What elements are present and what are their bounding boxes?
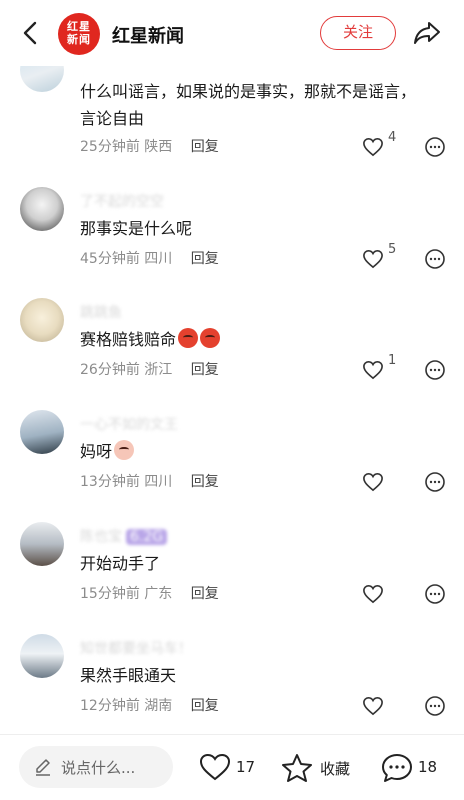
heart-icon [199,753,231,781]
peach-emoji-icon [114,440,135,460]
comment-time: 15分钟前 [80,586,140,602]
more-options-icon[interactable] [424,583,446,605]
comment-item: 跳跳鱼 赛格赔钱赔命 26分钟前 浙江 回复 1 [0,298,464,408]
heart-icon [363,249,383,268]
comment-location: 浙江 [144,362,173,378]
heart-icon [363,696,383,715]
brand-logo[interactable]: 红星 新闻 [58,13,100,55]
comment-item: 知世都要坐马车！ 果然手眼通天 12分钟前 湖南 回复 [0,634,464,744]
comment-time: 26分钟前 [80,362,140,378]
collect-button[interactable]: 收藏 [280,752,360,784]
comment-nickname[interactable]: 陈也宝 6.2G [80,526,168,546]
reply-button[interactable]: 回复 [191,251,219,267]
like-button[interactable]: 5 [362,242,396,270]
avatar[interactable] [20,298,64,342]
comment-text: 果然手眼通天 [80,666,177,685]
comment-item: 陈也宝 6.2G 开始动手了 15分钟前 广东 回复 [0,522,464,632]
more-options-icon[interactable] [424,248,446,270]
top-bar: 红星 新闻 红星新闻 关注 [0,0,464,66]
avatar[interactable] [20,634,64,678]
angry-emoji-icon [178,328,199,348]
comment-item: 一心不如的文王 妈呀 13分钟前 四川 回复 [0,410,464,520]
like-count: 17 [236,758,256,776]
avatar[interactable] [20,410,64,454]
comment-time: 45分钟前 [80,251,140,267]
comment-item: 了不起的空空 那事实是什么呢 45分钟前 四川 回复 5 [0,187,464,297]
comment-meta: 12分钟前 湖南 回复 [80,695,219,715]
avatar[interactable] [20,522,64,566]
comment-count: 18 [418,758,438,776]
like-count: 4 [388,130,397,145]
like-button[interactable] [362,471,384,493]
comment-nickname-text: 陈也宝 [80,529,122,545]
comment-nickname[interactable]: 跳跳鱼 [80,302,122,322]
heart-icon [363,360,383,379]
like-button[interactable]: 4 [362,130,396,158]
comment-nickname[interactable]: 一心不如的文王 [80,414,178,434]
back-arrow-icon[interactable] [18,20,42,46]
share-icon[interactable] [412,19,442,47]
comment-text: 什么叫谣言，如果说的是事实，那就不是谣言，言论自由 [80,82,417,128]
comment-text-content: 妈呀 [80,442,113,461]
comment-text: 开始动手了 [80,554,161,573]
avatar[interactable] [20,187,64,231]
level-badge: 6.2G [126,529,168,545]
comment-meta: 45分钟前 四川 回复 [80,248,219,268]
brand-name[interactable]: 红星新闻 [112,22,184,48]
comment-time: 12分钟前 [80,698,140,714]
more-options-icon[interactable] [424,359,446,381]
comment-meta: 13分钟前 四川 回复 [80,471,219,491]
follow-button[interactable]: 关注 [320,16,396,50]
comment-meta: 15分钟前 广东 回复 [80,583,219,603]
comment-location: 湖南 [144,698,173,714]
comment-location: 四川 [144,251,173,267]
comment-text-content: 赛格赔钱赔命 [80,330,177,349]
star-icon [282,754,312,782]
heart-icon [363,137,383,156]
comment-nickname[interactable]: 了不起的空空 [80,191,164,211]
comment-button[interactable]: 18 [380,752,442,784]
reply-button[interactable]: 回复 [191,586,219,602]
comment-input[interactable]: 说点什么... [19,746,173,788]
comment-meta: 26分钟前 浙江 回复 [80,359,219,379]
logo-text-bottom: 新闻 [67,33,91,46]
reply-button[interactable]: 回复 [191,474,219,490]
comment-text: 赛格赔钱赔命 [80,326,430,353]
comment-location: 陕西 [144,139,173,155]
comment-location: 广东 [144,586,173,602]
comment-bubble-icon [382,754,412,782]
like-post-button[interactable]: 17 [198,752,258,784]
like-button[interactable] [362,695,384,717]
more-options-icon[interactable] [424,136,446,158]
reply-button[interactable]: 回复 [191,362,219,378]
comment-meta: 25分钟前 陕西 回复 [80,136,219,156]
reply-button[interactable]: 回复 [191,698,219,714]
comment-nickname[interactable]: 知世都要坐马车！ [80,638,192,658]
heart-icon [363,584,383,603]
collect-label: 收藏 [320,760,351,778]
like-count: 1 [388,353,397,368]
comment-text: 那事实是什么呢 [80,219,193,238]
reply-button[interactable]: 回复 [191,139,219,155]
comment-location: 四川 [144,474,173,490]
heart-icon [363,472,383,491]
comment-time: 25分钟前 [80,139,140,155]
comment-text: 妈呀 [80,438,430,465]
comment-time: 13分钟前 [80,474,140,490]
comment-input-placeholder: 说点什么... [61,759,136,777]
logo-text-top: 红星 [67,20,91,33]
like-count: 5 [388,242,397,257]
bottom-action-bar: 说点什么... 17 收藏 18 [0,734,464,800]
more-options-icon[interactable] [424,471,446,493]
like-button[interactable] [362,583,384,605]
pencil-icon [36,759,50,776]
angry-emoji-icon [200,328,221,348]
more-options-icon[interactable] [424,695,446,717]
like-button[interactable]: 1 [362,353,396,381]
